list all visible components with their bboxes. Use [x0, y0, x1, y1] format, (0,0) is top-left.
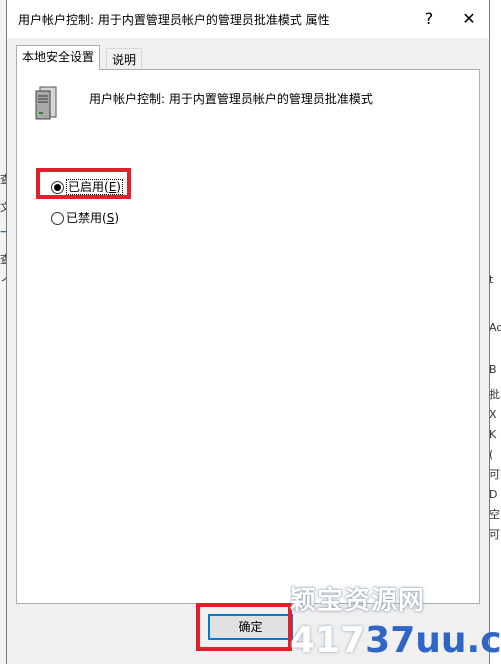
radio-disabled[interactable]: [51, 212, 64, 225]
background-text: t: [489, 273, 494, 286]
background-text: (: [489, 448, 494, 461]
background-text: 可: [489, 528, 500, 541]
tab-panel: 用户帐户控制: 用于内置管理员帐户的管理员批准模式 已启用(E) 已禁用(S): [16, 69, 480, 604]
disabled-option[interactable]: 已禁用(S): [51, 208, 119, 228]
background-text: 可: [489, 468, 500, 481]
policy-title: 用户帐户控制: 用于内置管理员帐户的管理员批准模式: [89, 92, 373, 106]
window-title: 用户帐户控制: 用于内置管理员帐户的管理员批准模式 属性: [18, 13, 330, 27]
background-text: X: [489, 408, 497, 421]
tab-explain[interactable]: 说明: [106, 48, 143, 71]
help-button[interactable]: ?: [407, 0, 451, 38]
radio-enabled[interactable]: [51, 181, 64, 194]
background-text: 批: [489, 388, 500, 401]
properties-dialog: 用户帐户控制: 用于内置管理员帐户的管理员批准模式 属性 ? ✕ 本地安全设置 …: [6, 0, 490, 664]
background-text: D: [489, 488, 498, 501]
enabled-option[interactable]: 已启用(E): [51, 177, 123, 197]
close-button[interactable]: ✕: [447, 0, 491, 38]
ok-button[interactable]: 确定: [208, 614, 293, 640]
disabled-label: 已禁用(S): [66, 211, 119, 225]
background-text: K: [489, 428, 497, 441]
title-bar[interactable]: 用户帐户控制: 用于内置管理员帐户的管理员批准模式 属性 ? ✕: [7, 0, 489, 38]
background-text: B: [489, 363, 497, 376]
background-text: 空: [489, 508, 500, 521]
background-text: Ac: [489, 321, 501, 334]
server-icon: [35, 86, 57, 120]
enabled-label: 已启用(E): [66, 179, 123, 195]
tab-local-security-setting[interactable]: 本地安全设置: [16, 45, 101, 70]
